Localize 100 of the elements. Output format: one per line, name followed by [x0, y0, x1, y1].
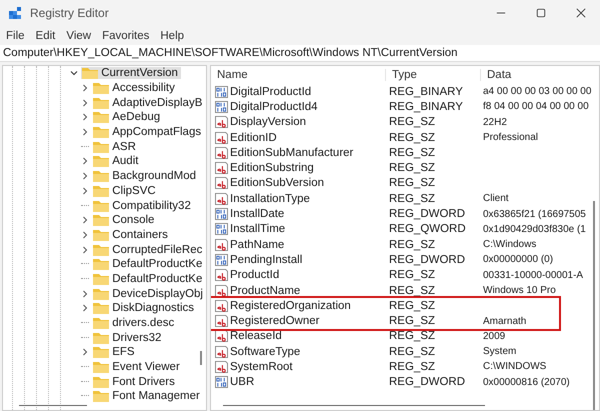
- maximize-icon[interactable]: [536, 8, 546, 18]
- folder-icon: [93, 228, 110, 241]
- string-value-icon: [215, 177, 228, 190]
- tree-item[interactable]: Console: [92, 214, 158, 226]
- menu-item[interactable]: View: [66, 30, 92, 42]
- value-name[interactable]: InstallTime: [230, 223, 286, 236]
- tree-item[interactable]: Compatibility32: [92, 200, 194, 212]
- value-name[interactable]: InstallationType: [230, 192, 310, 205]
- folder-icon: [82, 67, 98, 80]
- value-name[interactable]: EditionSubstring: [230, 162, 314, 174]
- address-bar[interactable]: Computer\HKEY_LOCAL_MACHINE\SOFTWARE\Microsoft\Windows NT\CurrentVersion: [0, 45, 600, 62]
- value-data: 00331-10000-00001-A: [482, 270, 584, 281]
- tree-item[interactable]: BackgroundMod: [92, 170, 199, 182]
- value-name[interactable]: UBR: [230, 376, 254, 388]
- chevron-right-icon[interactable]: [81, 230, 90, 239]
- value-name[interactable]: SoftwareType: [230, 346, 300, 358]
- value-type: REG_DWORD: [388, 376, 466, 388]
- binary-value-icon: [215, 100, 228, 113]
- chevron-right-icon[interactable]: [81, 128, 90, 136]
- value-type: REG_SZ: [388, 238, 436, 251]
- tree-item[interactable]: Font Drivers: [92, 376, 178, 388]
- binary-value-icon: [215, 86, 228, 98]
- value-type: REG_BINARY: [388, 86, 464, 98]
- value-name[interactable]: PathName: [230, 238, 284, 251]
- value-name[interactable]: EditionID: [230, 132, 277, 144]
- folder-icon: [93, 288, 110, 300]
- tree-item[interactable]: ClipSVC: [92, 184, 159, 197]
- string-value-icon: [215, 284, 228, 296]
- tree-item[interactable]: DefaultProductKe: [92, 272, 206, 285]
- value-type: REG_SZ: [388, 315, 436, 328]
- tree-item[interactable]: CorruptedFileRec: [92, 244, 206, 256]
- column-header[interactable]: Name: [211, 68, 386, 80]
- string-value-icon: [215, 116, 228, 128]
- folder-icon: [93, 302, 110, 314]
- value-type: REG_SZ: [388, 132, 436, 144]
- string-value-icon: [215, 315, 228, 328]
- folder-icon: [93, 346, 110, 358]
- menu-item[interactable]: File: [6, 30, 25, 42]
- chevron-right-icon[interactable]: [81, 113, 90, 122]
- string-value-icon: [215, 146, 228, 159]
- chevron-right-icon[interactable]: [81, 246, 90, 254]
- value-data: a4 00 00 00 03 00 00 00: [482, 86, 592, 98]
- chevron-right-icon[interactable]: [81, 172, 90, 180]
- value-name[interactable]: RegisteredOwner: [230, 315, 320, 328]
- tree-item[interactable]: DefaultProductKe: [92, 258, 206, 270]
- value-name[interactable]: InstallDate: [230, 208, 284, 220]
- value-data: 0x00000000 (0): [482, 254, 554, 266]
- value-type: REG_SZ: [388, 360, 436, 373]
- value-type: REG_SZ: [388, 192, 436, 205]
- tree-item[interactable]: Audit: [92, 155, 142, 168]
- folder-icon: [93, 317, 110, 330]
- column-header[interactable]: Data: [481, 68, 512, 80]
- folder-icon: [93, 140, 110, 153]
- value-type: REG_DWORD: [388, 208, 466, 220]
- chevron-right-icon[interactable]: [81, 348, 90, 356]
- tree-item[interactable]: Drivers32: [92, 332, 164, 344]
- column-header[interactable]: Type: [386, 68, 481, 80]
- tree-item[interactable]: AdaptiveDisplayB: [92, 96, 206, 109]
- value-name[interactable]: EditionSubManufacturer: [230, 146, 354, 159]
- tree-item[interactable]: DiskDiagnostics: [92, 302, 198, 314]
- tree-item[interactable]: Accessibility: [92, 82, 178, 94]
- value-name[interactable]: ProductId: [230, 269, 280, 282]
- folder-icon: [93, 258, 110, 270]
- tree-item[interactable]: ASR: [92, 140, 139, 153]
- tree-item[interactable]: drivers.desc: [92, 317, 178, 330]
- string-value-icon: [215, 269, 228, 282]
- value-name[interactable]: EditionSubVersion: [230, 177, 324, 190]
- string-value-icon: [215, 132, 228, 144]
- menu-item[interactable]: Edit: [36, 30, 56, 42]
- tree-item[interactable]: AppCompatFlags: [92, 126, 204, 138]
- folder-icon: [93, 126, 110, 138]
- tree-item[interactable]: EFS: [92, 346, 138, 358]
- value-name[interactable]: DigitalProductId4: [230, 100, 318, 113]
- value-name[interactable]: DisplayVersion: [230, 116, 306, 128]
- chevron-right-icon[interactable]: [81, 157, 90, 166]
- chevron-right-icon[interactable]: [81, 304, 90, 312]
- value-data: Professional: [482, 132, 538, 144]
- value-name[interactable]: PendingInstall: [230, 254, 302, 266]
- tree-item[interactable]: Containers: [92, 228, 171, 241]
- value-name[interactable]: ReleaseId: [230, 330, 282, 342]
- menu-item[interactable]: Help: [160, 30, 184, 42]
- value-data: C:\WINDOWS: [482, 361, 546, 372]
- chevron-down-icon[interactable]: [70, 69, 78, 78]
- value-name[interactable]: ProductName: [230, 284, 300, 296]
- chevron-right-icon[interactable]: [81, 98, 90, 107]
- value-name[interactable]: DigitalProductId: [230, 86, 312, 98]
- close-icon[interactable]: [576, 8, 586, 18]
- tree-item[interactable]: Font Managemer: [92, 390, 203, 402]
- tree-item[interactable]: Event Viewer: [92, 361, 183, 374]
- chevron-right-icon[interactable]: [81, 216, 90, 224]
- tree-item[interactable]: AeDebug: [92, 111, 164, 124]
- chevron-right-icon[interactable]: [81, 186, 90, 195]
- menu-item[interactable]: Favorites: [102, 30, 150, 42]
- value-type: REG_SZ: [388, 300, 436, 312]
- value-name[interactable]: SystemRoot: [230, 360, 293, 373]
- chevron-right-icon[interactable]: [81, 84, 90, 92]
- value-name[interactable]: RegisteredOrganization: [230, 300, 351, 312]
- tree-item[interactable]: DeviceDisplayObj: [92, 288, 206, 300]
- tree-item[interactable]: CurrentVersion: [81, 67, 181, 80]
- chevron-right-icon[interactable]: [81, 290, 90, 298]
